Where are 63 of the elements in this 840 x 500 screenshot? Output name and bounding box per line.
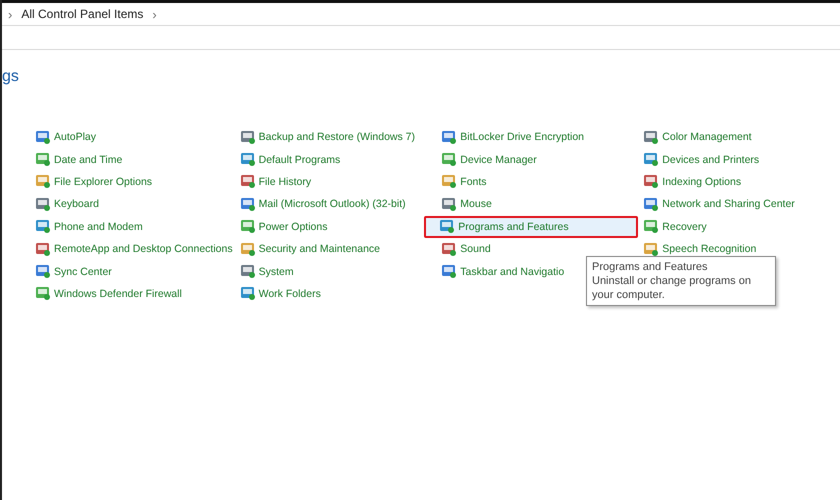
control-panel-item[interactable]: Backup and Restore (Windows 7): [234, 126, 418, 148]
breadcrumb-chevron[interactable]: ›: [152, 6, 157, 22]
applet-icon: [240, 265, 255, 278]
control-panel-item[interactable]: Recovery: [638, 216, 709, 238]
applet-icon: [440, 220, 454, 234]
control-panel-item[interactable]: Speech Recognition: [638, 238, 758, 260]
applet-icon: [240, 220, 255, 234]
applet-icon: [36, 198, 50, 211]
control-panel-item[interactable]: Sync Center: [30, 260, 114, 283]
applet-icon: [36, 130, 50, 144]
breadcrumb-separator: ›: [8, 6, 12, 22]
applet-icon: [442, 198, 456, 211]
control-panel-item[interactable]: Programs and Features: [424, 216, 638, 238]
control-panel-item[interactable]: Fonts: [436, 170, 489, 194]
applet-icon: [442, 130, 456, 144]
control-panel-item[interactable]: Security and Maintenance: [234, 238, 382, 260]
control-panel-item[interactable]: Keyboard: [30, 193, 101, 216]
control-panel-item[interactable]: File Explorer Options: [30, 170, 154, 194]
control-panel-item[interactable]: Work Folders: [234, 282, 323, 306]
control-panel-item[interactable]: Default Programs: [234, 148, 342, 171]
control-panel-item[interactable]: System: [234, 260, 296, 283]
applet-icon: [644, 198, 658, 211]
applet-icon: [240, 287, 255, 300]
control-panel-item[interactable]: Device Manager: [436, 148, 539, 171]
control-panel-item[interactable]: AutoPlay: [30, 126, 98, 148]
breadcrumb-item[interactable]: All Control Panel Items: [21, 7, 144, 21]
applet-icon: [36, 175, 50, 188]
control-panel-item[interactable]: Taskbar and Navigatio: [436, 260, 566, 283]
control-panel-item[interactable]: File History: [234, 170, 314, 194]
applet-icon: [36, 220, 50, 234]
tooltip-description: Uninstall or change programs on your computer.: [592, 274, 752, 302]
applet-icon: [442, 265, 456, 278]
control-panel-item[interactable]: Network and Sharing Center: [638, 193, 797, 216]
control-panel-item[interactable]: RemoteApp and Desktop Connections: [30, 238, 235, 260]
control-panel-item[interactable]: Devices and Printers: [638, 148, 762, 171]
applet-icon: [36, 287, 50, 300]
applet-icon: [36, 265, 50, 278]
control-panel-item[interactable]: Phone and Modem: [30, 216, 145, 238]
control-panel-item[interactable]: Indexing Options: [638, 170, 744, 194]
applet-icon: [644, 153, 658, 166]
applet-icon: [240, 175, 255, 188]
control-panel-item[interactable]: Color Management: [638, 126, 754, 148]
control-panel-item[interactable]: Mail (Microsoft Outlook) (32-bit): [234, 193, 408, 216]
applet-icon: [644, 220, 658, 234]
applet-icon: [442, 153, 456, 166]
control-panel-item[interactable]: Date and Time: [30, 148, 124, 171]
control-panel-item[interactable]: Sound: [436, 238, 493, 260]
tooltip-title: Programs and Features: [592, 260, 709, 274]
applet-icon: [442, 242, 456, 256]
applet-icon: [442, 175, 456, 188]
applet-icon: [240, 198, 255, 211]
control-panel-item[interactable]: Mouse: [436, 193, 494, 216]
control-panel-item[interactable]: Power Options: [234, 216, 330, 238]
applet-icon: [240, 242, 255, 256]
page-heading: gs: [2, 67, 20, 87]
applet-icon: [644, 130, 658, 144]
control-panel-item[interactable]: BitLocker Drive Encryption: [436, 126, 586, 148]
applet-icon: [36, 242, 50, 256]
applet-icon: [240, 130, 255, 144]
applet-icon: [36, 153, 50, 166]
control-panel-item[interactable]: Windows Defender Firewall: [30, 282, 184, 306]
applet-icon: [240, 153, 255, 166]
applet-icon: [644, 175, 658, 188]
